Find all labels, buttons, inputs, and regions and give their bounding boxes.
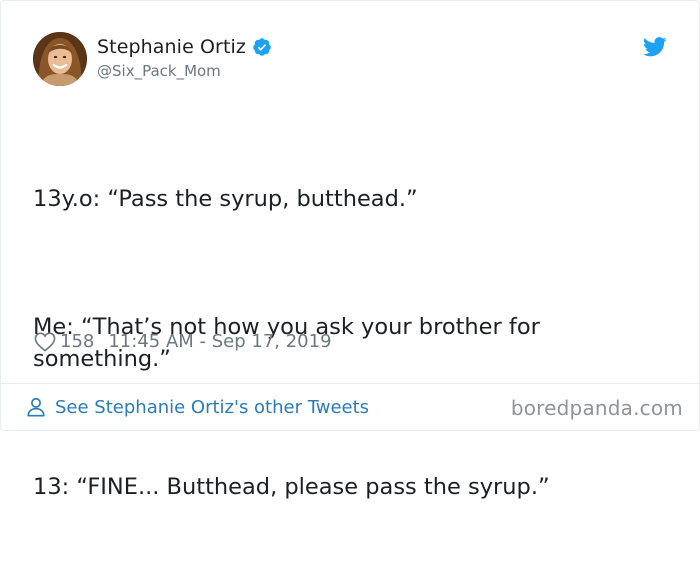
display-name-row: Stephanie Ortiz bbox=[97, 34, 272, 60]
tweet-line: 13y.o: “Pass the syrup, butthead.” bbox=[33, 186, 418, 212]
like-count[interactable]: 158 bbox=[60, 331, 94, 352]
tweet: Stephanie Ortiz @Six_Pack_Mom 13y.o: “Pa… bbox=[1, 1, 699, 500]
tweet-footer: See Stephanie Ortiz's other Tweets bored… bbox=[1, 384, 699, 431]
twitter-bird-icon[interactable] bbox=[642, 37, 667, 57]
tweet-line: 13: “FINE... Butthead, please pass the s… bbox=[33, 474, 550, 500]
tweet-meta: 158 11:45 AM - Sep 17, 2019 bbox=[34, 331, 332, 352]
user-block: Stephanie Ortiz @Six_Pack_Mom bbox=[97, 34, 272, 80]
avatar[interactable] bbox=[33, 32, 87, 86]
user-handle[interactable]: @Six_Pack_Mom bbox=[97, 62, 272, 80]
watermark: boredpanda.com bbox=[510, 396, 683, 420]
tweet-timestamp[interactable]: 11:45 AM - Sep 17, 2019 bbox=[108, 331, 331, 352]
tweet-embed-card: Stephanie Ortiz @Six_Pack_Mom 13y.o: “Pa… bbox=[0, 0, 700, 500]
display-name[interactable]: Stephanie Ortiz bbox=[97, 36, 246, 58]
see-other-tweets-link[interactable]: See Stephanie Ortiz's other Tweets bbox=[25, 396, 369, 418]
heart-icon[interactable] bbox=[34, 332, 56, 352]
avatar-portrait bbox=[33, 32, 87, 86]
verified-badge-icon bbox=[252, 37, 272, 57]
person-icon bbox=[25, 396, 47, 418]
see-other-tweets-label: See Stephanie Ortiz's other Tweets bbox=[55, 396, 370, 418]
